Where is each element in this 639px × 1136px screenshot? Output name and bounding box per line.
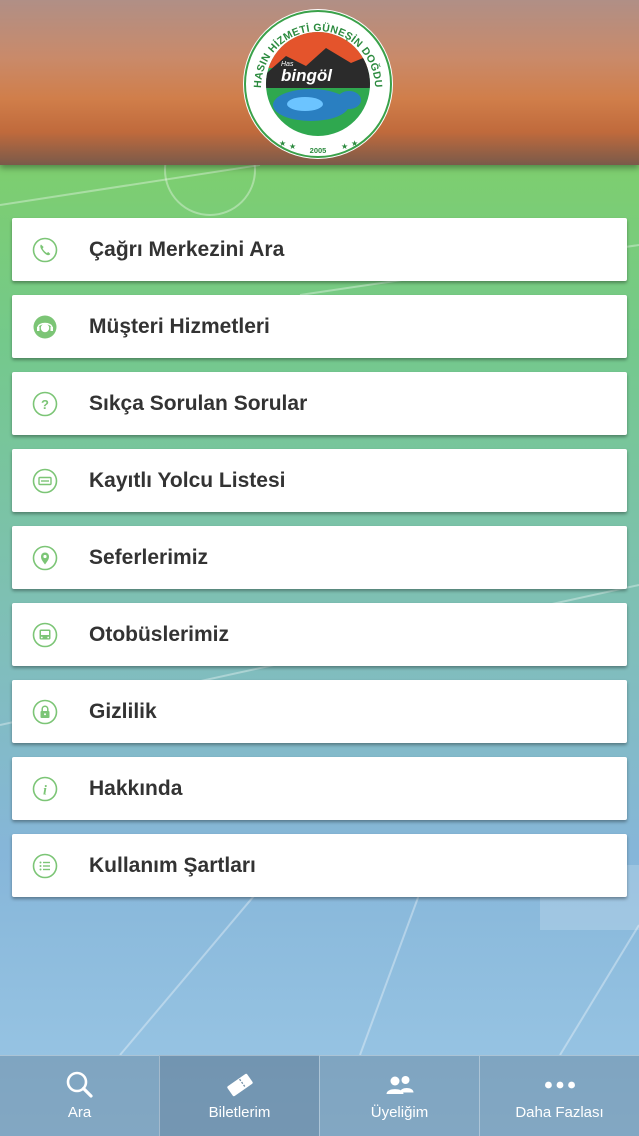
support-agent-icon	[33, 315, 57, 339]
question-icon: ?	[32, 391, 58, 417]
tab-label: Daha Fazlası	[515, 1104, 604, 1121]
tab-tickets[interactable]: Biletlerim	[159, 1055, 319, 1136]
svg-text:i: i	[43, 784, 47, 799]
bingol-seal-logo: HASIN HİZMETİ GÜNEŞİN DOĞDUĞU YERDEDİR H…	[241, 8, 393, 159]
menu-item-label: Sıkça Sorulan Sorular	[89, 392, 308, 415]
menu-item-passenger-list[interactable]: Kayıtlı Yolcu Listesi	[12, 449, 627, 512]
tab-label: Üyeliğim	[370, 1104, 429, 1121]
svg-text:2005: 2005	[310, 146, 327, 155]
svg-text:bingöl: bingöl	[281, 66, 333, 85]
menu-item-privacy[interactable]: Gizlilik	[12, 680, 627, 743]
menu-item-about[interactable]: i Hakkında	[12, 757, 627, 820]
svg-text:★: ★	[279, 139, 286, 148]
tab-search[interactable]: Ara	[0, 1055, 159, 1136]
svg-text:★: ★	[341, 142, 348, 151]
menu-item-buses[interactable]: Otobüslerimiz	[12, 603, 627, 666]
bus-icon	[32, 622, 58, 648]
svg-text:★: ★	[351, 139, 358, 148]
search-icon	[66, 1071, 93, 1098]
menu-item-label: Seferlerimiz	[89, 546, 209, 569]
svg-text:?: ?	[41, 397, 49, 412]
menu-item-call-center[interactable]: Çağrı Merkezini Ara	[12, 218, 627, 281]
ticket-icon	[226, 1073, 253, 1097]
card-icon	[32, 468, 58, 494]
tab-more[interactable]: Daha Fazlası	[479, 1055, 639, 1136]
lock-icon	[32, 699, 58, 725]
menu-item-terms[interactable]: Kullanım Şartları	[12, 834, 627, 897]
users-icon	[386, 1076, 413, 1094]
tab-label: Biletlerim	[208, 1104, 271, 1121]
menu-item-label: Otobüslerimiz	[89, 623, 230, 646]
map-pin-icon	[32, 545, 58, 571]
more-dots-icon	[544, 1081, 575, 1089]
menu-item-faq[interactable]: ? Sıkça Sorulan Sorular	[12, 372, 627, 435]
tab-label: Ara	[67, 1104, 92, 1121]
menu-item-label: Kayıtlı Yolcu Listesi	[89, 469, 286, 492]
info-icon: i	[32, 776, 58, 802]
list-icon	[32, 853, 58, 879]
menu-item-label: Müşteri Hizmetleri	[89, 315, 270, 338]
svg-text:★: ★	[289, 142, 296, 151]
menu-item-customer-service[interactable]: Müşteri Hizmetleri	[12, 295, 627, 358]
phone-icon	[32, 237, 58, 263]
menu-item-label: Kullanım Şartları	[89, 854, 256, 877]
menu-item-label: Gizlilik	[89, 700, 157, 723]
menu-item-routes[interactable]: Seferlerimiz	[12, 526, 627, 589]
tab-membership[interactable]: Üyeliğim	[319, 1055, 479, 1136]
menu-item-label: Hakkında	[89, 777, 183, 800]
app-header: HASIN HİZMETİ GÜNEŞİN DOĞDUĞU YERDEDİR H…	[0, 0, 639, 165]
bottom-tab-bar: Ara Biletlerim Üyeliğim Daha Fazlası	[0, 1055, 639, 1136]
menu-item-label: Çağrı Merkezini Ara	[89, 238, 285, 261]
